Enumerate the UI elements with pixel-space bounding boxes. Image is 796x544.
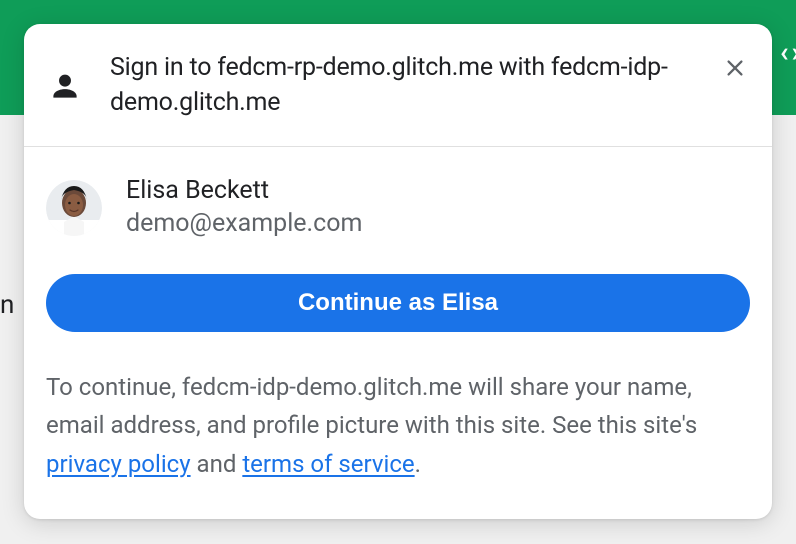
disclosure-text: To continue, fedcm-idp-demo.glitch.me wi… bbox=[46, 368, 750, 483]
privacy-policy-link[interactable]: privacy policy bbox=[46, 450, 191, 478]
disclosure-prefix: To continue, fedcm-idp-demo.glitch.me wi… bbox=[46, 373, 697, 439]
disclosure-suffix: . bbox=[415, 450, 421, 478]
dialog-body: Elisa Beckett demo@example.com Continue … bbox=[24, 147, 772, 519]
disclosure-mid: and bbox=[191, 450, 243, 478]
account-email: demo@example.com bbox=[126, 208, 362, 241]
account-row[interactable]: Elisa Beckett demo@example.com bbox=[46, 175, 750, 240]
person-icon bbox=[48, 70, 82, 104]
avatar bbox=[46, 180, 102, 236]
account-info: Elisa Beckett demo@example.com bbox=[126, 175, 362, 240]
background-decor-text: ‹ › bbox=[780, 35, 796, 68]
fedcm-signin-dialog: Sign in to fedcm-rp-demo.glitch.me with … bbox=[24, 24, 772, 519]
account-name: Elisa Beckett bbox=[126, 175, 362, 208]
continue-button[interactable]: Continue as Elisa bbox=[46, 274, 750, 332]
dialog-title: Sign in to fedcm-rp-demo.glitch.me with … bbox=[110, 50, 752, 120]
dialog-header: Sign in to fedcm-rp-demo.glitch.me with … bbox=[24, 24, 772, 147]
background-partial-text: n bbox=[0, 290, 14, 320]
close-button[interactable] bbox=[720, 54, 750, 84]
terms-of-service-link[interactable]: terms of service bbox=[242, 450, 414, 478]
close-icon bbox=[724, 57, 746, 82]
